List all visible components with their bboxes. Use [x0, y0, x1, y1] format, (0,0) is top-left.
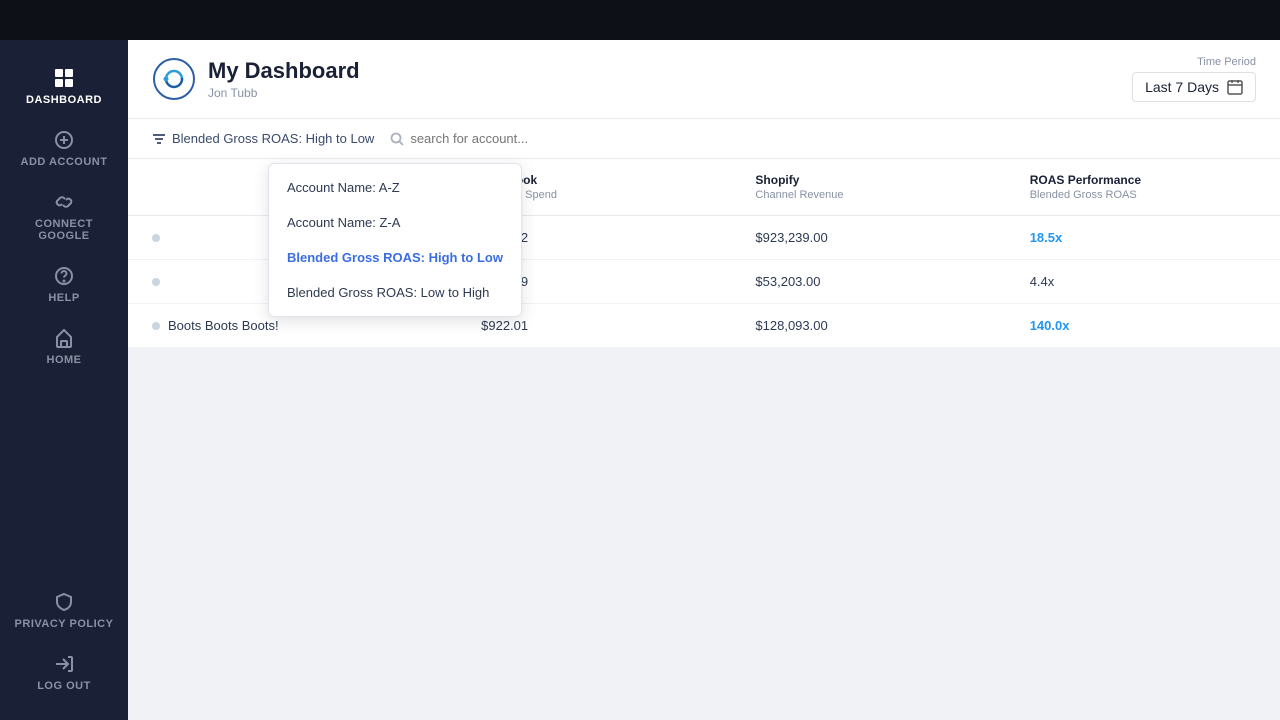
shopify-revenue: $53,203.00 — [731, 260, 1005, 304]
grid-icon — [54, 68, 74, 88]
sort-dropdown: Account Name: A-Z Account Name: Z-A Blen… — [268, 163, 522, 317]
sidebar: DASHBOARD ADD ACCOUNT CONNECT GOOGLE — [0, 40, 128, 720]
shopify-revenue: $128,093.00 — [731, 304, 1005, 348]
log-out-icon — [54, 654, 74, 674]
top-bar — [0, 0, 1280, 40]
main-content: My Dashboard Jon Tubb Time Period Last 7… — [128, 40, 1280, 720]
shopify-revenue: $923,239.00 — [731, 216, 1005, 260]
sidebar-item-help[interactable]: HELP — [0, 254, 128, 316]
app-logo — [152, 57, 196, 101]
search-box — [390, 131, 610, 146]
time-period-value: Last 7 Days — [1145, 79, 1219, 95]
dashboard-title: My Dashboard — [208, 58, 360, 84]
dropdown-item-name-az[interactable]: Account Name: A-Z — [269, 170, 521, 205]
sidebar-label-add-account: ADD ACCOUNT — [21, 156, 108, 168]
sidebar-label-privacy-policy: PRIVACY POLICY — [15, 618, 114, 630]
col-header-roas: ROAS Performance Blended Gross ROAS — [1006, 159, 1280, 216]
dropdown-item-roas-high-low[interactable]: Blended Gross ROAS: High to Low — [269, 240, 521, 275]
calendar-icon — [1227, 79, 1243, 95]
header-title: My Dashboard Jon Tubb — [208, 58, 360, 100]
time-period-selector[interactable]: Last 7 Days — [1132, 72, 1256, 102]
sidebar-label-help: HELP — [48, 292, 79, 304]
col-header-shopify: Shopify Channel Revenue — [731, 159, 1005, 216]
account-dot — [152, 278, 160, 286]
roas-value: 140.0x — [1006, 304, 1280, 348]
link-icon — [54, 192, 74, 212]
filter-bar: Blended Gross ROAS: High to Low Account … — [128, 119, 1280, 159]
dashboard-area: Blended Gross ROAS: High to Low Account … — [128, 119, 1280, 720]
home-icon — [54, 328, 74, 348]
sidebar-item-connect-google[interactable]: CONNECT GOOGLE — [0, 180, 128, 254]
sidebar-item-dashboard[interactable]: DASHBOARD — [0, 56, 128, 118]
sort-button[interactable]: Blended Gross ROAS: High to Low — [152, 131, 374, 146]
account-name: Boots Boots Boots! — [168, 318, 279, 333]
sidebar-item-add-account[interactable]: ADD ACCOUNT — [0, 118, 128, 180]
page-header: My Dashboard Jon Tubb Time Period Last 7… — [128, 40, 1280, 119]
account-dot — [152, 234, 160, 242]
sort-label: Blended Gross ROAS: High to Low — [172, 131, 374, 146]
sidebar-item-log-out[interactable]: LOG OUT — [0, 642, 128, 704]
sort-icon — [152, 132, 166, 146]
sidebar-item-privacy-policy[interactable]: PRIVACY POLICY — [0, 580, 128, 642]
app-body: DASHBOARD ADD ACCOUNT CONNECT GOOGLE — [0, 40, 1280, 720]
plus-circle-icon — [54, 130, 74, 150]
roas-value: 4.4x — [1006, 260, 1280, 304]
dropdown-item-roas-low-high[interactable]: Blended Gross ROAS: Low to High — [269, 275, 521, 310]
search-input[interactable] — [410, 131, 610, 146]
sidebar-bottom: PRIVACY POLICY LOG OUT — [0, 580, 128, 704]
sidebar-label-dashboard: DASHBOARD — [26, 94, 102, 106]
account-dot — [152, 322, 160, 330]
sidebar-label-home: HOME — [47, 354, 82, 366]
time-period-label: Time Period — [1197, 56, 1256, 68]
sidebar-item-home[interactable]: HOME — [0, 316, 128, 378]
user-name: Jon Tubb — [208, 86, 360, 100]
help-icon — [54, 266, 74, 286]
time-period-container: Time Period Last 7 Days — [1132, 56, 1256, 102]
sidebar-label-log-out: LOG OUT — [37, 680, 91, 692]
sidebar-label-connect-google: CONNECT GOOGLE — [8, 218, 120, 242]
dropdown-item-name-za[interactable]: Account Name: Z-A — [269, 205, 521, 240]
search-icon — [390, 132, 404, 146]
shield-icon — [54, 592, 74, 612]
roas-value: 18.5x — [1006, 216, 1280, 260]
header-left: My Dashboard Jon Tubb — [152, 57, 360, 101]
